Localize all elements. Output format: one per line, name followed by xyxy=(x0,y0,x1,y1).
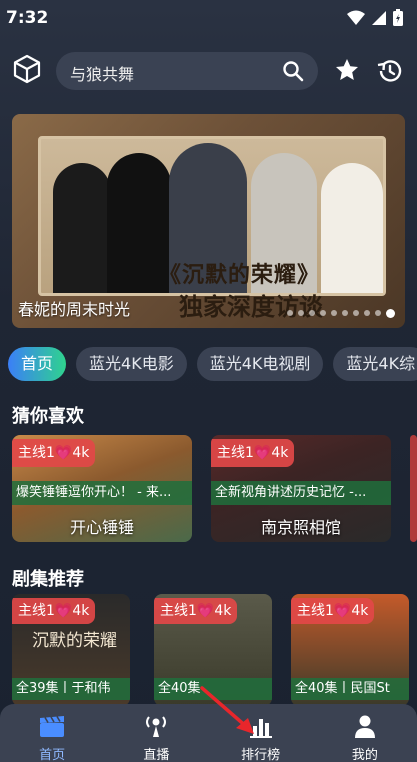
nav-label: 我的 xyxy=(351,748,378,762)
tab-3[interactable]: 蓝光4K综 xyxy=(333,347,417,381)
carousel-dot[interactable] xyxy=(375,310,381,316)
user-icon xyxy=(354,715,375,738)
card-description: 爆笑锤锤逗你开心！ - 来... xyxy=(12,481,192,505)
tab-2[interactable]: 蓝光4K电视剧 xyxy=(196,347,324,381)
nav-item-profile[interactable]: 我的 xyxy=(313,704,417,762)
banner-caption: 春妮的周末时光 xyxy=(18,300,131,319)
search-icon[interactable] xyxy=(282,60,304,82)
carousel-dot[interactable] xyxy=(320,310,326,316)
category-tabs: 首页 蓝光4K电影 蓝光4K电视剧 蓝光4K综 xyxy=(8,347,417,383)
status-time: 7:32 xyxy=(6,8,49,28)
banner-poster-frame: 《沉默的荣耀》 独家深度访谈 xyxy=(38,136,386,321)
banner-headline-line1: 《沉默的荣耀》 xyxy=(159,262,321,288)
recommend-card[interactable]: 主线1💗4k 全新视角讲述历史记忆 -... 南京照相馆 xyxy=(211,435,391,542)
poster-subtitle: 全39集丨于和伟 xyxy=(12,678,130,700)
history-icon[interactable] xyxy=(376,57,404,85)
tab-0[interactable]: 首页 xyxy=(8,347,67,381)
carousel-dot[interactable] xyxy=(287,310,293,316)
poster-subtitle: 全40集丨民国St xyxy=(291,678,409,700)
search-input[interactable]: 与狼共舞 xyxy=(70,61,134,85)
banner-person xyxy=(321,163,383,293)
clapperboard-icon xyxy=(40,716,65,737)
battery-icon xyxy=(393,9,403,26)
quality-badge: 主线1💗4k xyxy=(12,439,96,467)
quality-badge: 主线1💗4k xyxy=(154,598,238,624)
carousel-dot[interactable] xyxy=(353,310,359,316)
card-title: 南京照相馆 xyxy=(260,518,341,537)
signal-icon xyxy=(372,10,386,25)
carousel-dot[interactable] xyxy=(386,309,395,318)
quality-badge: 主线1💗4k xyxy=(291,598,375,624)
nav-label: 排行榜 xyxy=(241,748,281,762)
carousel-dot[interactable] xyxy=(331,310,337,316)
podcast-icon xyxy=(146,716,167,737)
status-icons xyxy=(347,9,403,26)
carousel-dot[interactable] xyxy=(298,310,304,316)
annotation-arrow-icon xyxy=(200,686,254,734)
card-description: 全新视角讲述历史记忆 -... xyxy=(211,481,391,505)
carousel-dot[interactable] xyxy=(309,310,315,316)
quality-badge: 主线1💗4k xyxy=(211,439,295,467)
nav-label: 直播 xyxy=(143,748,170,762)
carousel-dot[interactable] xyxy=(364,310,370,316)
series-poster[interactable]: 主线1💗4k 全40集丨民国St xyxy=(291,594,409,706)
recommend-card[interactable]: 主线1💗4k 爆笑锤锤逗你开心！ - 来... 开心锤锤 xyxy=(12,435,192,542)
star-icon[interactable] xyxy=(334,57,360,83)
section-title-series: 剧集推荐 xyxy=(12,569,84,590)
series-poster[interactable]: 主线1💗4k 沉默的荣耀 全39集丨于和伟 xyxy=(12,594,130,706)
poster-title-art: 沉默的荣耀 xyxy=(32,631,117,651)
wifi-icon xyxy=(347,10,365,25)
carousel-indicator[interactable] xyxy=(287,309,395,318)
nav-item-live[interactable]: 直播 xyxy=(104,704,208,762)
section-title-recommend: 猜你喜欢 xyxy=(12,406,84,427)
search-bar[interactable]: 与狼共舞 xyxy=(56,52,318,90)
nav-label: 首页 xyxy=(39,748,66,762)
status-bar: 7:32 xyxy=(0,0,417,36)
hero-banner[interactable]: 《沉默的荣耀》 独家深度访谈 春妮的周末时光 xyxy=(12,114,405,328)
recommend-card-partial[interactable] xyxy=(410,435,417,542)
quality-badge: 主线1💗4k xyxy=(12,598,96,624)
card-title: 开心锤锤 xyxy=(69,518,134,537)
nav-item-home[interactable]: 首页 xyxy=(0,704,104,762)
tab-1[interactable]: 蓝光4K电影 xyxy=(76,347,187,381)
banner-person xyxy=(53,163,111,293)
cube-logo-icon[interactable] xyxy=(12,54,42,84)
carousel-dot[interactable] xyxy=(342,310,348,316)
top-bar: 与狼共舞 xyxy=(0,50,417,92)
